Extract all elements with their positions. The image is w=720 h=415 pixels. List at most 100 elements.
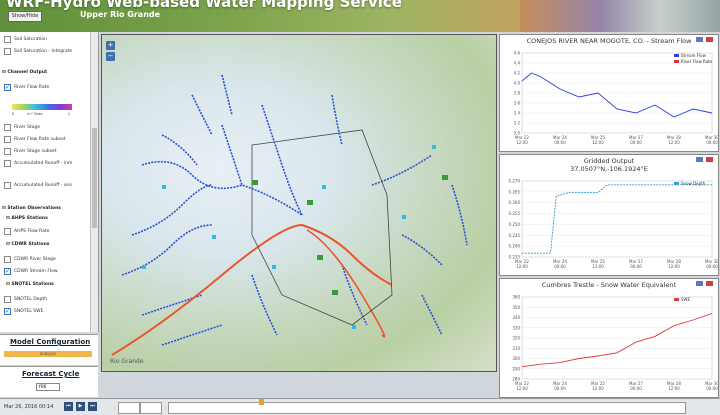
- chart-plot-1: 4.64.44.24.03.83.63.43.23.0Mar 2212:00Ma…: [514, 51, 718, 146]
- x-tick-label: 00:00: [630, 140, 642, 145]
- river-segment: [401, 234, 443, 266]
- checkbox-checked[interactable]: ✓: [4, 308, 11, 315]
- y-tick-label: 3.2: [514, 121, 521, 126]
- layer-accumulated-runoff-2[interactable]: Accumulated Runoff - sea: [4, 182, 72, 189]
- station-marker: [352, 325, 356, 329]
- river-segment: [161, 324, 223, 346]
- y-tick-label: 290: [512, 366, 520, 371]
- station-marker: [162, 185, 166, 189]
- checkbox[interactable]: [4, 182, 11, 189]
- x-tick-label: 12:00: [668, 386, 680, 391]
- x-tick-label: 12:00: [516, 140, 528, 145]
- layer-label: River Flow Rate: [14, 85, 50, 90]
- layer-cdwr-river-stage[interactable]: CDWR River Stage: [4, 256, 56, 263]
- river-segment: [221, 124, 243, 186]
- step-field[interactable]: [140, 402, 162, 414]
- model-configuration-panel: Model Configuration analysis: [0, 334, 98, 365]
- checkbox[interactable]: [4, 296, 11, 303]
- checkbox-checked[interactable]: ✓: [4, 268, 11, 275]
- layer-soil-saturation-integrated[interactable]: Soil Saturation - Integrate: [4, 48, 72, 55]
- y-tick-label: 0.255: [509, 211, 521, 216]
- station-marker: [272, 265, 276, 269]
- layer-label: SNOTEL SWE: [14, 309, 44, 314]
- snotel-marker: [317, 255, 323, 260]
- layer-river-stage[interactable]: River Stage: [4, 124, 40, 131]
- section-channel-output: ⊟ Channel Output: [2, 70, 48, 75]
- x-tick-label: 00:00: [554, 140, 566, 145]
- y-tick-label: 4.0: [514, 81, 521, 86]
- layer-cdwr-stream-flow[interactable]: ✓ CDWR Stream Flow: [4, 268, 58, 275]
- layer-label: CDWR Stream Flow: [14, 269, 58, 274]
- play-button[interactable]: ▶: [76, 402, 85, 411]
- river-segment: [421, 294, 443, 336]
- station-marker: [322, 185, 326, 189]
- show-hide-button[interactable]: Show/Hide: [8, 11, 42, 22]
- river-segment: [331, 94, 343, 146]
- river-segment: [121, 224, 213, 276]
- forecast-cycle-select[interactable]: f06: [36, 383, 60, 391]
- river-segment: [251, 274, 278, 336]
- layer-accumulated-runoff-1[interactable]: Accumulated Runoff - inm: [4, 160, 72, 167]
- station-marker: [432, 145, 436, 149]
- y-tick-label: 0.265: [509, 189, 521, 194]
- snotel-marker: [252, 180, 258, 185]
- y-tick-label: 0.260: [509, 200, 521, 205]
- model-configuration-heading: Model Configuration: [10, 338, 91, 346]
- y-tick-label: 0.245: [509, 233, 521, 238]
- map-overlay: [111, 74, 468, 356]
- current-date-label: Mar 26, 2016 00:14: [4, 404, 54, 410]
- y-tick-label: 4.2: [514, 71, 521, 76]
- model-configuration-select[interactable]: analysis: [4, 351, 92, 357]
- speed-field[interactable]: [118, 402, 140, 414]
- section-snotel: ⊟ SNOTEL Stations: [6, 282, 54, 287]
- time-slider[interactable]: [168, 399, 686, 414]
- layer-label: River Flow Rate subset: [14, 137, 66, 142]
- layer-snotel-swe[interactable]: ✓ SNOTEL SWE: [4, 308, 43, 315]
- x-tick-label: 00:00: [630, 386, 642, 391]
- station-markers[interactable]: [142, 145, 436, 329]
- river-segment: [341, 264, 368, 326]
- layer-snotel-depth[interactable]: SNOTEL Depth: [4, 296, 47, 303]
- map-view[interactable]: + − Rio Grande: [101, 34, 497, 372]
- checkbox[interactable]: [4, 228, 11, 235]
- y-tick-label: 340: [512, 315, 520, 320]
- checkbox[interactable]: [4, 124, 11, 131]
- section-station-observations: ⊟ Station Observations: [2, 206, 61, 211]
- x-tick-label: 12:00: [516, 386, 528, 391]
- checkbox[interactable]: [4, 160, 11, 167]
- y-tick-label: 360: [512, 295, 520, 300]
- legend-label: Stream Flow: [681, 53, 707, 58]
- layer-ahps-flow-rate[interactable]: AHPS Flow Rate: [4, 228, 49, 235]
- river-segment: [191, 94, 213, 136]
- skip-back-button[interactable]: ⏮: [64, 402, 73, 411]
- river-segment: [131, 184, 213, 236]
- page-title: WRF-Hydro Web-based Water Mapping Servic…: [6, 0, 402, 11]
- x-tick-label: 00:00: [706, 386, 718, 391]
- scrollbar-thumb[interactable]: [92, 128, 97, 228]
- time-slider-handle[interactable]: [259, 399, 264, 405]
- checkbox[interactable]: [4, 48, 11, 55]
- layer-soil-saturation[interactable]: Soil Saturation: [4, 36, 47, 43]
- layer-river-flow-rate[interactable]: ✓ River Flow Rate: [4, 84, 49, 91]
- y-tick-label: 350: [512, 305, 520, 310]
- checkbox-checked[interactable]: ✓: [4, 84, 11, 91]
- x-tick-label: 00:00: [706, 264, 718, 269]
- skip-forward-button[interactable]: ⏭: [88, 402, 97, 411]
- section-cdwr: ⊟ CDWR Stations: [6, 242, 50, 247]
- legend-swatch: [674, 60, 679, 63]
- x-tick-label: 12:00: [592, 386, 604, 391]
- checkbox[interactable]: [4, 136, 11, 143]
- legend-label: SWE: [681, 297, 690, 302]
- checkbox[interactable]: [4, 256, 11, 263]
- layer-river-stage-subset[interactable]: River Stage subset: [4, 148, 56, 155]
- chart-plot-3: 360350340330320310300290280Mar 2212:00Ma…: [512, 295, 718, 392]
- layer-river-flow-rate-subset[interactable]: River Flow Rate subset: [4, 136, 65, 143]
- checkbox[interactable]: [4, 36, 11, 43]
- main-river-branch: [306, 229, 386, 338]
- legend-swatch: [674, 54, 679, 57]
- panel-scrollbar[interactable]: [90, 32, 98, 332]
- plot-area: [521, 180, 713, 258]
- x-tick-label: 12:00: [668, 264, 680, 269]
- y-tick-label: 320: [512, 336, 520, 341]
- checkbox[interactable]: [4, 148, 11, 155]
